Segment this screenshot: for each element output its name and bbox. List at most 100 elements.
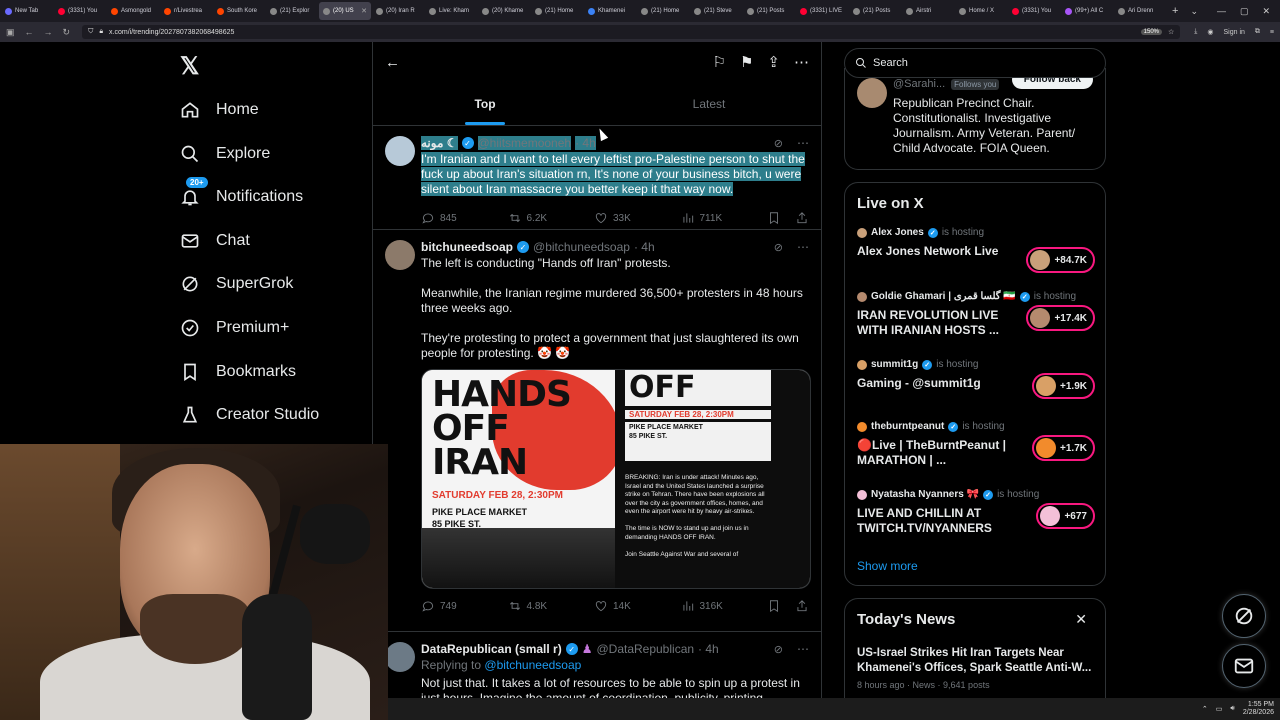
back-arrow-icon[interactable]: ← (25, 27, 34, 38)
live-item[interactable]: Goldie Ghamari | گلسا قمری 🇮🇷 ✓ is hosting… (857, 291, 1095, 338)
post[interactable]: مونه ☾ ✓ @hiitsmemooneh · 4h ⊘ ⋯ I'm Ira… (373, 126, 821, 230)
more-icon[interactable]: ⋯ (797, 240, 809, 254)
tab-list-icon[interactable]: ⌄ (1190, 6, 1198, 17)
address-field[interactable]: ⛉ 🔒︎ x.com/i/trending/202780738206849862… (82, 25, 1181, 39)
bookmark-icon[interactable]: ⚐ (713, 53, 726, 71)
author-name[interactable]: DataRepublican (small r) (421, 642, 562, 656)
back-icon[interactable]: ← (385, 54, 400, 71)
sidebar-item-notifications[interactable]: 20+ Notifications (180, 177, 360, 209)
browser-tab[interactable]: (21) Posts (849, 2, 901, 20)
avatar[interactable] (385, 240, 415, 270)
browser-tab[interactable]: r/Livestrea (160, 2, 212, 20)
close-icon[interactable]: ✕ (1075, 611, 1087, 628)
author-handle[interactable]: @DataRepublican (596, 642, 694, 656)
post[interactable]: bitchuneedsoap ✓ @bitchuneedsoap · 4h ⊘ … (373, 230, 821, 632)
reply-button[interactable]: 749 (421, 599, 508, 613)
sidebar-item-home[interactable]: Home (180, 98, 360, 122)
account-icon[interactable]: ◉ (1207, 28, 1213, 36)
sign-in-link[interactable]: Sign in (1224, 29, 1245, 36)
sidebar-item-premium[interactable]: Premium+ (180, 316, 360, 340)
browser-tab[interactable]: South Kore (213, 2, 265, 20)
browser-tab[interactable]: Airstri (902, 2, 954, 20)
like-button[interactable]: 33K (594, 211, 681, 225)
repost-button[interactable]: 6.2K (508, 211, 595, 225)
grok-icon[interactable]: ⊘ (774, 137, 783, 150)
network-icon[interactable]: ▭ (1216, 705, 1223, 713)
browser-tab[interactable]: (99+) All C (1061, 2, 1113, 20)
tab-latest[interactable]: Latest (597, 82, 821, 125)
browser-tab[interactable]: (21) Explor (266, 2, 318, 20)
new-tab-button[interactable]: + (1172, 5, 1178, 17)
browser-tab[interactable]: (3331) You (54, 2, 106, 20)
sidebar-item-creator-studio[interactable]: Creator Studio (180, 403, 360, 427)
avatar[interactable] (385, 136, 415, 166)
browser-tab[interactable]: Khamenei (584, 2, 636, 20)
browser-tab[interactable]: (21) Home (531, 2, 583, 20)
grok-icon[interactable]: ⊘ (774, 643, 783, 656)
browser-tab[interactable]: Home / X (955, 2, 1007, 20)
author-handle[interactable]: @hiitsmemooneh (477, 136, 572, 150)
bookmark-icon[interactable] (767, 599, 781, 613)
avatar[interactable] (857, 78, 887, 108)
sidebar-item-bookmarks[interactable]: Bookmarks (180, 360, 360, 384)
browser-tab[interactable]: (3331) You (1008, 2, 1060, 20)
close-window-icon[interactable]: ✕ (1262, 6, 1270, 17)
browser-tab[interactable]: Asmongold (107, 2, 159, 20)
sidebar-item-explore[interactable]: Explore (180, 142, 360, 166)
repost-button[interactable]: 4.8K (508, 599, 595, 613)
live-item[interactable]: theburntpeanut ✓ is hosting 🔴Live | TheBur… (857, 421, 1095, 468)
live-item[interactable]: summit1g ✓ is hosting Gaming - @summit1g +… (857, 359, 1095, 399)
browser-tab[interactable]: Live: Kham (425, 2, 477, 20)
sidebar-item-chat[interactable]: Chat (180, 229, 360, 253)
x-logo[interactable]: 𝕏 (180, 52, 199, 81)
tab-top[interactable]: Top (373, 82, 597, 125)
listener-pill[interactable]: +84.7K (1026, 247, 1095, 273)
extensions-icon[interactable]: ⧉ (1255, 28, 1260, 36)
browser-tab[interactable]: (20) Khame (478, 2, 530, 20)
post-media[interactable]: HANDS OFF IRAN SATURDAY FEB 28, 2:30PM P… (421, 369, 811, 589)
bookmark-icon[interactable] (767, 211, 781, 225)
browser-tab[interactable]: Ari Drenn (1114, 2, 1166, 20)
author-name[interactable]: مونه ☾ (421, 136, 458, 150)
live-item[interactable]: Nyatasha Nyanners 🎀 ✓ is hosting LIVE AND … (857, 489, 1095, 536)
system-clock[interactable]: 1:55 PM 2/28/2026 (1243, 701, 1274, 717)
poster-image-left[interactable]: HANDS OFF IRAN SATURDAY FEB 28, 2:30PM P… (422, 370, 615, 588)
listener-pill[interactable]: +677 (1036, 503, 1095, 529)
profile-handle[interactable]: @Sarahi... (893, 78, 945, 90)
volume-icon[interactable]: 🔊︎ (1230, 705, 1234, 713)
news-headline[interactable]: US-Israel Strikes Hit Iran Targets Near … (857, 646, 1093, 676)
author-name[interactable]: bitchuneedsoap (421, 240, 513, 254)
browser-tab[interactable]: (3331) LIVE (796, 2, 848, 20)
minimize-icon[interactable]: — (1217, 6, 1226, 17)
star-icon[interactable]: ☆ (1168, 28, 1174, 36)
reload-icon[interactable]: ↻ (63, 27, 71, 38)
download-icon[interactable]: ⤓ (1194, 28, 1197, 36)
browser-tab[interactable]: (20) US ✕ (319, 2, 371, 20)
show-more-link[interactable]: Show more (857, 559, 918, 573)
poster-image-right[interactable]: OFF IRAN SATURDAY FEB 28, 2:30PM PIKE PL… (615, 370, 810, 588)
flag-icon[interactable]: ⚑ (740, 53, 753, 71)
like-button[interactable]: 14K (594, 599, 681, 613)
listener-pill[interactable]: +1.9K (1032, 373, 1095, 399)
menu-icon[interactable]: ≡ (1270, 29, 1274, 36)
sidebar-item-supergrok[interactable]: SuperGrok (180, 272, 360, 296)
author-handle[interactable]: @bitchuneedsoap (533, 240, 630, 254)
grok-button[interactable] (1222, 594, 1266, 638)
grok-icon[interactable]: ⊘ (774, 241, 783, 254)
forward-arrow-icon[interactable]: → (44, 27, 53, 38)
avatar[interactable] (385, 642, 415, 672)
share-icon[interactable] (795, 599, 809, 613)
zoom-level[interactable]: 150% (1140, 29, 1162, 35)
more-icon[interactable]: ⋯ (794, 53, 809, 71)
search-input[interactable]: Search (844, 48, 1106, 78)
more-icon[interactable]: ⋯ (797, 136, 809, 150)
browser-tab[interactable]: (21) Steve (690, 2, 742, 20)
share-icon[interactable]: ⇪ (767, 53, 780, 71)
messages-button[interactable] (1222, 644, 1266, 688)
close-tab-icon[interactable]: ✕ (361, 7, 367, 15)
sidebar-toggle-icon[interactable]: ▣ (6, 27, 15, 38)
browser-tab[interactable]: (21) Home (637, 2, 689, 20)
listener-pill[interactable]: +1.7K (1032, 435, 1095, 461)
chevron-up-icon[interactable]: ⌃ (1202, 705, 1208, 713)
replying-to-link[interactable]: @bitchuneedsoap (484, 658, 581, 672)
